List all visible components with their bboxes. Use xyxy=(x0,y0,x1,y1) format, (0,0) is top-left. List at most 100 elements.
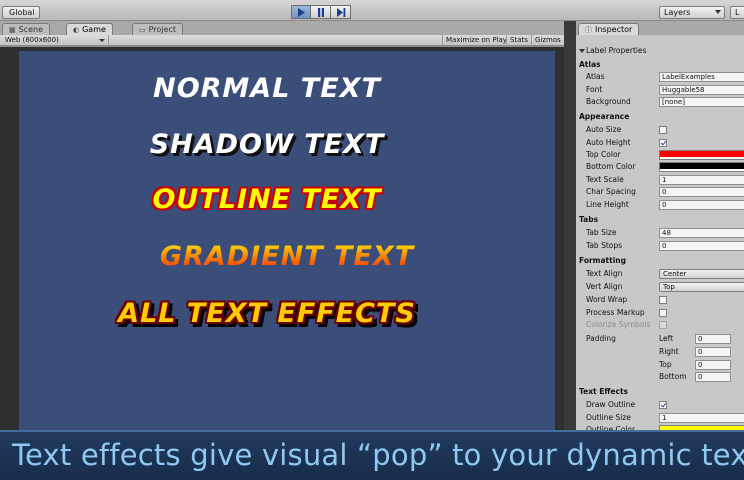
text-scale-label: Text Scale xyxy=(586,175,624,184)
top-toolbar: Global Layers L xyxy=(0,0,744,21)
inspector-tabs: ⓘ Inspector xyxy=(576,21,744,36)
alpha-bar xyxy=(660,157,744,159)
tab-stops-label: Tab Stops xyxy=(586,241,623,250)
font-field[interactable]: Huggable58 xyxy=(659,85,744,95)
tab-scene-label: Scene xyxy=(18,24,44,34)
text-align-dropdown[interactable]: Center xyxy=(659,269,744,279)
padding-top-field[interactable]: 0 xyxy=(695,360,731,370)
line-height-row: Line Height 0 xyxy=(576,199,744,211)
resolution-dropdown[interactable]: Web (800x600) xyxy=(3,35,109,46)
top-color-label: Top Color xyxy=(586,150,621,159)
game-viewport-area: NORMAL TEXT SHADOW TEXT OUTLINE TEXT GRA… xyxy=(0,47,564,441)
word-wrap-row: Word Wrap xyxy=(576,294,744,306)
outline-text-sample: OUTLINE TEXT xyxy=(152,184,382,215)
gizmos-button[interactable]: Gizmos xyxy=(531,35,564,46)
step-button[interactable] xyxy=(331,5,351,19)
tab-project[interactable]: ▭ Project xyxy=(132,23,183,35)
word-wrap-checkbox[interactable] xyxy=(659,296,667,304)
component-header[interactable]: Label Properties xyxy=(576,45,744,57)
normal-text-sample: NORMAL TEXT xyxy=(153,73,381,104)
formatting-section: Formatting xyxy=(576,255,744,267)
process-markup-label: Process Markup xyxy=(586,308,645,317)
inspector-panel: ⓘ Inspector Label Properties Atlas Atlas… xyxy=(576,21,744,441)
text-align-label: Text Align xyxy=(586,269,623,278)
auto-height-row: Auto Height xyxy=(576,137,744,149)
text-align-row: Text Align Center xyxy=(576,268,744,280)
process-markup-row: Process Markup xyxy=(576,307,744,319)
char-spacing-field[interactable]: 0 xyxy=(659,187,744,197)
tab-project-label: Project xyxy=(148,24,176,34)
effects-section-header: Text Effects xyxy=(579,387,629,396)
vert-align-label: Vert Align xyxy=(586,282,623,291)
padding-left-field[interactable]: 0 xyxy=(695,334,731,344)
layers-dropdown[interactable]: Layers xyxy=(659,6,725,19)
outline-size-field[interactable]: 1 xyxy=(659,413,744,423)
step-icon xyxy=(336,7,345,17)
folder-icon: ▭ xyxy=(139,25,146,34)
chevron-down-icon xyxy=(715,10,721,14)
auto-height-label: Auto Height xyxy=(586,138,631,147)
caption-text: Text effects give visual “pop” to your d… xyxy=(12,438,744,472)
padding-top-row: Top 0 xyxy=(576,359,744,371)
padding-right-row: Right 0 xyxy=(576,346,744,358)
tabs-section: Tabs xyxy=(576,214,744,226)
maximize-on-play-button[interactable]: Maximize on Play xyxy=(442,35,510,46)
inspector-body: Label Properties Atlas Atlas LabelExampl… xyxy=(576,35,744,441)
scene-icon: ▦ xyxy=(9,25,16,34)
vert-align-dropdown[interactable]: Top xyxy=(659,282,744,292)
tab-scene[interactable]: ▦ Scene xyxy=(2,23,51,35)
font-row: Font Huggable58 xyxy=(576,84,744,96)
tab-size-label: Tab Size xyxy=(586,228,617,237)
atlas-field[interactable]: LabelExamples xyxy=(659,72,744,82)
tab-size-field[interactable]: 48 xyxy=(659,228,744,238)
chevron-down-icon xyxy=(99,39,105,42)
font-label: Font xyxy=(586,85,603,94)
layout-dropdown[interactable]: L xyxy=(730,6,744,19)
atlas-section-header: Atlas xyxy=(579,60,601,69)
top-color-row: Top Color xyxy=(576,149,744,161)
top-color-swatch[interactable] xyxy=(659,150,744,160)
play-controls xyxy=(291,5,351,19)
background-field[interactable]: [none] xyxy=(659,97,744,107)
line-height-field[interactable]: 0 xyxy=(659,200,744,210)
play-icon xyxy=(298,7,305,17)
appearance-section: Appearance xyxy=(576,111,744,123)
background-row: Background [none] xyxy=(576,96,744,108)
process-markup-checkbox[interactable] xyxy=(659,309,667,317)
colorize-symbols-label: Colorize Symbols xyxy=(586,320,651,329)
bottom-color-swatch[interactable] xyxy=(659,162,744,172)
padding-bottom-field[interactable]: 0 xyxy=(695,372,731,382)
component-title: Label Properties xyxy=(586,46,647,55)
foldout-caret-icon xyxy=(579,49,585,53)
padding-left-label: Left xyxy=(659,334,674,343)
tab-stops-field[interactable]: 0 xyxy=(659,241,744,251)
pivot-rotation-toggle[interactable]: Global xyxy=(2,6,40,19)
stats-button[interactable]: Stats xyxy=(506,35,531,46)
effects-section: Text Effects xyxy=(576,386,744,398)
auto-size-checkbox[interactable] xyxy=(659,126,667,134)
draw-outline-label: Draw Outline xyxy=(586,400,636,409)
padding-top-label: Top xyxy=(659,360,672,369)
padding-right-field[interactable]: 0 xyxy=(695,347,731,357)
pause-button[interactable] xyxy=(311,5,331,19)
draw-outline-checkbox[interactable] xyxy=(659,401,667,409)
all-effects-text: ALL TEXT EFFECTS xyxy=(118,298,416,329)
game-viewport[interactable]: NORMAL TEXT SHADOW TEXT OUTLINE TEXT GRA… xyxy=(19,51,555,441)
formatting-section-header: Formatting xyxy=(579,256,626,265)
padding-bottom-label: Bottom xyxy=(659,372,687,381)
pause-icon xyxy=(317,7,324,17)
text-scale-field[interactable]: 1 xyxy=(659,175,744,185)
tabs-section-header: Tabs xyxy=(579,215,599,224)
tab-stops-row: Tab Stops 0 xyxy=(576,240,744,252)
tab-size-row: Tab Size 48 xyxy=(576,227,744,239)
game-panel-tabs: ▦ Scene ◐ Game ▭ Project xyxy=(0,21,564,36)
play-button[interactable] xyxy=(291,5,311,19)
panel-divider[interactable] xyxy=(564,21,576,441)
vert-align-row: Vert Align Top xyxy=(576,281,744,293)
padding-label: Padding xyxy=(586,334,616,343)
text-scale-row: Text Scale 1 xyxy=(576,174,744,186)
bottom-color-row: Bottom Color xyxy=(576,161,744,173)
layers-label: Layers xyxy=(664,8,691,17)
all-effects-sample: ALL TEXT EFFECTS ALL TEXT EFFECTS xyxy=(0,298,535,338)
auto-height-checkbox[interactable] xyxy=(659,139,667,147)
